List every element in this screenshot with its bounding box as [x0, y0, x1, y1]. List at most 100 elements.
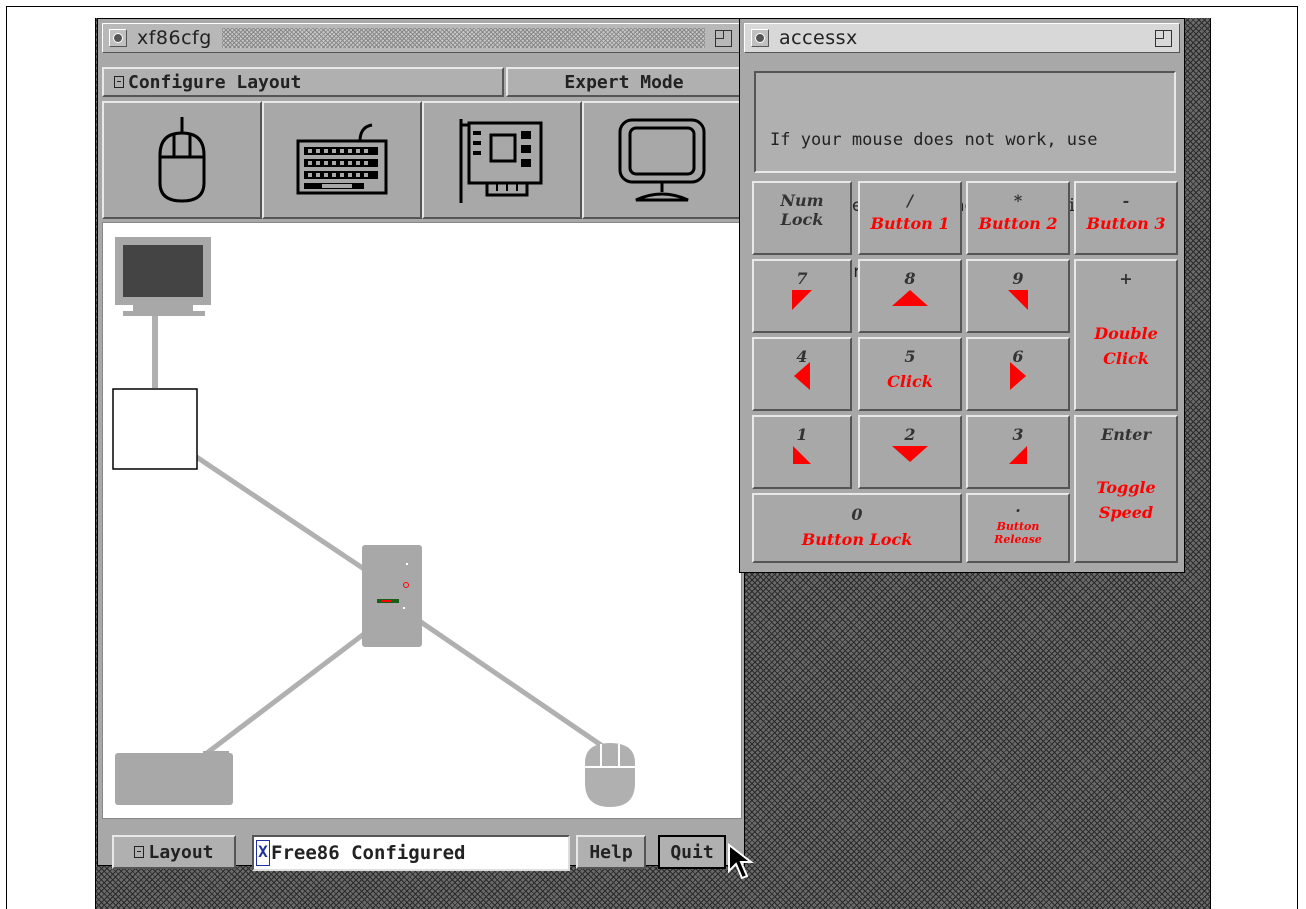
key-5[interactable]: 5 Click — [858, 337, 962, 411]
layout-mouse-icon[interactable] — [585, 743, 635, 807]
layout-diagram — [112, 237, 635, 807]
layout-screen-box[interactable] — [112, 388, 198, 470]
key-multiply-label: Button 2 — [978, 214, 1058, 233]
xf86cfg-window: xf86cfg Configure Layout Expert Mode Lay… — [97, 18, 745, 871]
key-enter[interactable]: Enter Toggle Speed — [1074, 415, 1178, 563]
maximize-button[interactable] — [1153, 28, 1173, 48]
arrow-right-icon — [1010, 362, 1026, 390]
key-minus-top: - — [1122, 191, 1130, 210]
menubar: Configure Layout Expert Mode — [102, 67, 742, 97]
xf86cfg-titlebar[interactable]: xf86cfg — [102, 23, 740, 53]
layout-keyboard-icon[interactable] — [115, 751, 233, 805]
key-minus-label: Button 3 — [1086, 214, 1166, 233]
window-title: accessx — [779, 27, 858, 49]
key-1[interactable]: 1 — [752, 415, 852, 489]
mouse-tool-button[interactable] — [102, 101, 262, 219]
key-2-top: 2 — [904, 425, 916, 444]
mouse-pointer-icon — [728, 843, 754, 880]
key-decimal[interactable]: . Button Release — [966, 493, 1070, 563]
layout-computer-icon[interactable] — [362, 545, 422, 647]
key-6-top: 6 — [1012, 347, 1024, 366]
key-decimal-label-2: Release — [994, 533, 1042, 546]
status-text-value: Free86 Configured — [271, 842, 466, 864]
statusbar: Layout X Free86 Configured Help Quit — [102, 821, 742, 871]
card-connection-line — [193, 453, 387, 586]
key-divide[interactable]: / Button 1 — [858, 181, 962, 255]
key-7[interactable]: 7 — [752, 259, 852, 333]
key-5-label: Click — [887, 372, 933, 391]
quit-button-label: Quit — [670, 841, 714, 863]
video-card-icon — [459, 119, 543, 203]
key-plus[interactable]: + Double Click — [1074, 259, 1178, 411]
window-menu-icon — [755, 33, 765, 43]
expert-mode-label: Expert Mode — [564, 71, 684, 93]
monitor-icon — [618, 118, 706, 202]
help-button[interactable]: Help — [576, 835, 646, 869]
layout-button-label: Layout — [148, 841, 214, 863]
mouse-connection-line — [413, 615, 619, 759]
maximize-button[interactable] — [713, 28, 733, 48]
window-title: xf86cfg — [137, 27, 212, 49]
key-divide-label: Button 1 — [870, 214, 950, 233]
key-numlock-top: Num — [780, 191, 824, 210]
key-3[interactable]: 3 — [966, 415, 1070, 489]
window-menu-button[interactable] — [751, 29, 769, 47]
arrow-up-icon — [892, 290, 928, 306]
key-7-top: 7 — [796, 269, 808, 288]
arrow-down-left-icon — [793, 446, 811, 464]
keyboard-icon — [296, 123, 388, 195]
accessx-window: accessx If your mouse does not work, use… — [739, 18, 1185, 573]
key-enter-top: Enter — [1101, 425, 1151, 444]
help-message-line: If your mouse does not work, use — [770, 130, 1098, 150]
configure-layout-label: Configure Layout — [128, 71, 302, 93]
video-card-tool-button[interactable] — [422, 101, 582, 219]
key-divide-top: / — [907, 191, 913, 210]
configure-layout-menu[interactable]: Configure Layout — [102, 67, 504, 97]
key-3-top: 3 — [1012, 425, 1024, 444]
key-plus-top: + — [1119, 269, 1133, 288]
key-decimal-label-1: Button — [996, 520, 1040, 533]
key-9[interactable]: 9 — [966, 259, 1070, 333]
menu-indicator-icon — [134, 846, 145, 858]
window-menu-button[interactable] — [109, 29, 127, 47]
expert-mode-button[interactable]: Expert Mode — [506, 67, 742, 97]
menu-indicator-icon — [114, 76, 124, 88]
key-8-top: 8 — [904, 269, 916, 288]
mouse-icon — [158, 117, 206, 203]
key-9-top: 9 — [1012, 269, 1024, 288]
key-enter-label-1: Toggle — [1096, 478, 1156, 497]
device-toolbar — [102, 101, 742, 219]
arrow-up-right-icon — [1008, 290, 1028, 310]
key-minus[interactable]: - Button 3 — [1074, 181, 1178, 255]
arrow-left-icon — [794, 362, 810, 390]
key-decimal-top: . — [1015, 497, 1021, 516]
monitor-tool-button[interactable] — [582, 101, 742, 219]
key-8[interactable]: 8 — [858, 259, 962, 333]
key-2[interactable]: 2 — [858, 415, 962, 489]
key-4[interactable]: 4 — [752, 337, 852, 411]
layout-menu-button[interactable]: Layout — [112, 835, 236, 869]
status-text-field[interactable]: X Free86 Configured — [252, 835, 570, 871]
text-caret: X — [256, 840, 270, 866]
key-multiply-top: * — [1013, 191, 1023, 210]
accessx-titlebar[interactable]: accessx — [744, 23, 1180, 53]
key-numlock[interactable]: Num Lock — [752, 181, 852, 255]
key-plus-label-2: Click — [1103, 349, 1149, 368]
key-6[interactable]: 6 — [966, 337, 1070, 411]
keyboard-tool-button[interactable] — [262, 101, 422, 219]
key-1-top: 1 — [796, 425, 808, 444]
key-0[interactable]: 0 Button Lock — [752, 493, 962, 563]
help-button-label: Help — [589, 841, 633, 863]
key-numlock-bottom: Lock — [780, 210, 824, 229]
quit-button[interactable]: Quit — [658, 835, 726, 869]
key-0-label: Button Lock — [801, 530, 913, 549]
key-plus-label-1: Double — [1094, 324, 1158, 343]
layout-canvas[interactable] — [102, 222, 742, 819]
arrow-down-icon — [892, 446, 928, 462]
key-multiply[interactable]: * Button 2 — [966, 181, 1070, 255]
layout-monitor-icon[interactable] — [115, 237, 211, 316]
keyboard-connection-line — [201, 616, 387, 758]
arrow-up-left-icon — [792, 290, 812, 310]
key-0-top: 0 — [851, 505, 863, 524]
title-stipple — [221, 28, 705, 48]
